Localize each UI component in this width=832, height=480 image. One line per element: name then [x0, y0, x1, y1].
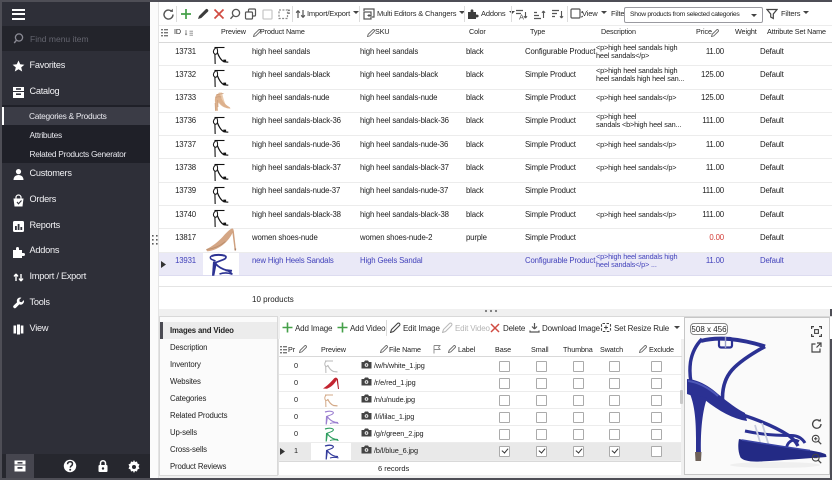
svg-text:A: A — [519, 12, 524, 20]
